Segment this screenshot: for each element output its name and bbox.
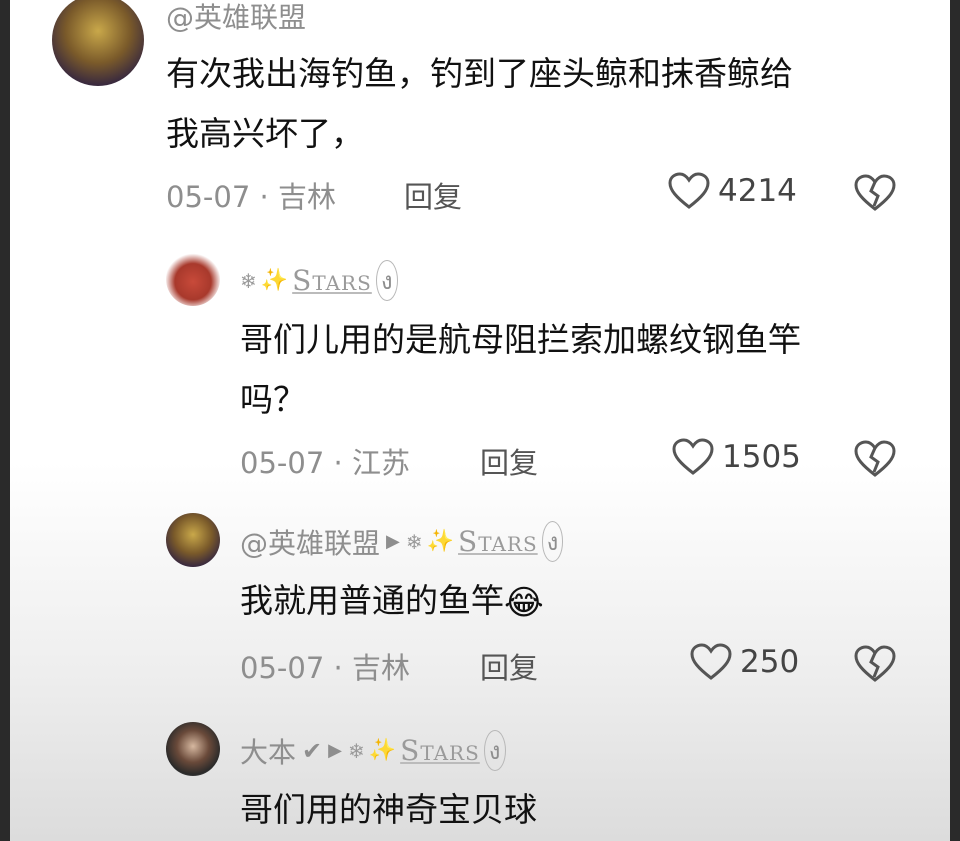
snowflake-icon: ❄ <box>240 268 257 293</box>
separator: · <box>333 651 343 685</box>
badge-icon: ง <box>483 730 506 771</box>
date: 05-07 <box>166 180 251 214</box>
user-tag[interactable]: ❄ ✨ Stars ง <box>240 260 398 301</box>
comment-meta: 05-07 · 吉林 <box>240 645 410 687</box>
like-button[interactable]: 250 <box>690 643 799 681</box>
comment-text: 有次我出海钓鱼，钓到了座头鲸和抹香鲸给 我高兴坏了， <box>166 54 793 153</box>
laughing-emoji-icon: 😂 <box>504 582 544 623</box>
heart-icon <box>668 172 710 209</box>
username[interactable]: @英雄联盟 ▶ ❄ ✨ Stars ง <box>240 521 564 562</box>
reply-arrow-icon: ▶ <box>386 531 400 552</box>
broken-heart-icon <box>854 440 896 477</box>
location: 吉林 <box>351 651 410 685</box>
reply-button[interactable]: 回复 <box>404 174 462 216</box>
heart-icon <box>690 643 732 680</box>
like-count: 1505 <box>722 439 801 475</box>
avatar[interactable] <box>166 722 220 776</box>
reply-button[interactable]: 回复 <box>480 440 538 482</box>
dislike-button[interactable] <box>854 645 896 687</box>
comment-3: @英雄联盟 ▶ ❄ ✨ Stars ง 我就用普通的鱼竿😂 05-07 · 吉林… <box>0 505 960 695</box>
username[interactable]: ❄ ✨ Stars ง <box>240 260 398 301</box>
separator: · <box>259 180 269 214</box>
avatar[interactable] <box>52 0 144 86</box>
comment-meta: 05-07 · 江苏 <box>240 440 410 482</box>
username[interactable]: 大本 ✔ ▶ ❄ ✨ Stars ง <box>240 730 506 771</box>
like-count: 4214 <box>718 173 797 209</box>
separator: · <box>333 446 343 480</box>
date: 05-07 <box>240 446 325 480</box>
comment-2: ❄ ✨ Stars ง 哥们儿用的是航母阻拦索加螺纹钢鱼竿 吗？ 05-07 ·… <box>0 240 960 490</box>
sparkle-icon: ✨ <box>260 268 289 293</box>
reply-arrow-icon: ▶ <box>328 740 342 761</box>
snowflake-icon: ❄ <box>347 738 365 763</box>
sparkle-icon: ✨ <box>426 529 455 554</box>
verified-check-icon: ✔ <box>302 736 323 765</box>
comment-text: 哥们儿用的是航母阻拦索加螺纹钢鱼竿 吗？ <box>240 320 801 419</box>
heart-icon <box>672 438 714 475</box>
dislike-button[interactable] <box>854 440 896 482</box>
location: 江苏 <box>351 446 410 480</box>
like-button[interactable]: 4214 <box>668 172 797 210</box>
location: 吉林 <box>277 180 336 214</box>
comment-text: 哥们用的神奇宝贝球 <box>240 790 537 829</box>
avatar[interactable] <box>166 513 220 567</box>
reply-button[interactable]: 回复 <box>480 645 538 687</box>
user-tag[interactable]: ❄ ✨ Stars ง <box>348 730 506 771</box>
date: 05-07 <box>240 651 325 685</box>
comment-4: 大本 ✔ ▶ ❄ ✨ Stars ง 哥们用的神奇宝贝球 <box>0 710 960 841</box>
broken-heart-icon <box>854 645 896 682</box>
broken-heart-icon <box>854 174 896 211</box>
username[interactable]: @英雄联盟 <box>166 0 306 36</box>
user-tag[interactable]: ❄ ✨ Stars ง <box>406 521 564 562</box>
sparkle-icon: ✨ <box>368 738 397 763</box>
like-button[interactable]: 1505 <box>672 438 801 476</box>
snowflake-icon: ❄ <box>405 529 423 554</box>
comment-meta: 05-07 · 吉林 <box>166 174 336 216</box>
badge-icon: ง <box>541 521 564 562</box>
dislike-button[interactable] <box>854 174 896 216</box>
avatar[interactable] <box>166 252 220 306</box>
comment-text: 我就用普通的鱼竿😂 <box>240 571 920 633</box>
comment-1: @英雄联盟 有次我出海钓鱼，钓到了座头鲸和抹香鲸给 我高兴坏了， 05-07 ·… <box>0 0 960 230</box>
like-count: 250 <box>740 644 800 680</box>
badge-icon: ง <box>375 260 398 301</box>
